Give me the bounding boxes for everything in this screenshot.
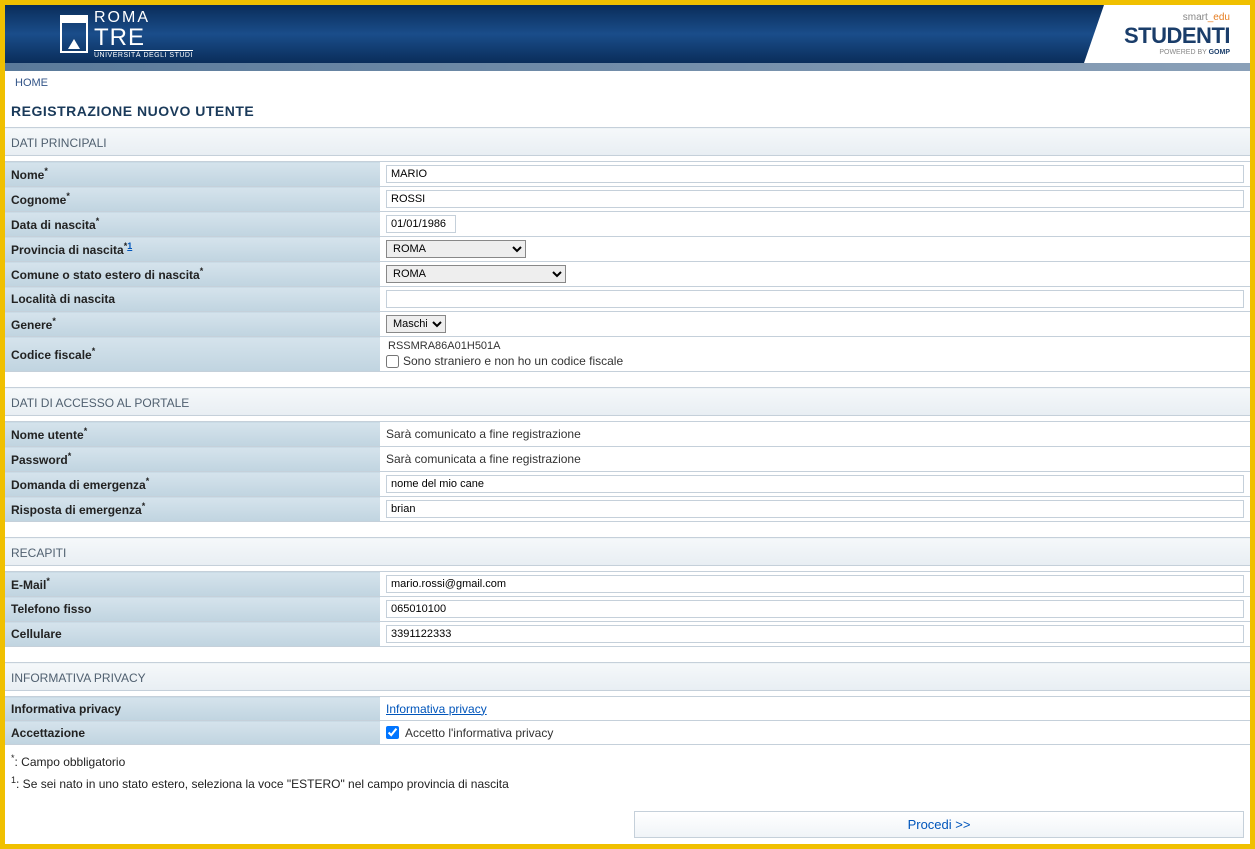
section-dati-accesso: DATI DI ACCESSO AL PORTALE [5, 388, 1250, 416]
header-banner: ROMA TRE UNIVERSITÀ DEGLI STUDI smart_ed… [5, 5, 1250, 63]
accetto-label: Accetto l'informativa privacy [405, 726, 553, 740]
label-cognome: Cognome* [5, 187, 380, 212]
label-accettazione: Accettazione [5, 721, 380, 745]
label-genere: Genere* [5, 312, 380, 337]
university-logo: ROMA TRE UNIVERSITÀ DEGLI STUDI [60, 10, 193, 59]
email-input[interactable] [386, 575, 1244, 593]
footnotes: *: Campo obbligatorio 1: Se sei nato in … [5, 745, 1250, 805]
page-title: REGISTRAZIONE NUOVO UTENTE [5, 95, 1250, 127]
logo-text-tre: TRE [94, 26, 193, 50]
label-telefono-fisso: Telefono fisso [5, 597, 380, 622]
cellulare-input[interactable] [386, 625, 1244, 643]
logo-text-sub: UNIVERSITÀ DEGLI STUDI [94, 50, 193, 59]
logo-icon [60, 15, 88, 53]
cognome-input[interactable] [386, 190, 1244, 208]
domanda-emergenza-input[interactable] [386, 475, 1244, 493]
gomp-label: GOMP [1209, 49, 1230, 56]
smart-label: smart [1183, 12, 1208, 23]
risposta-emergenza-input[interactable] [386, 500, 1244, 518]
label-data-nascita: Data di nascita* [5, 212, 380, 237]
localita-input[interactable] [386, 290, 1244, 308]
label-provincia-nascita: Provincia di nascita*1 [5, 237, 380, 262]
codice-fiscale-value: RSSMRA86A01H501A [386, 340, 1244, 352]
procedi-button[interactable]: Procedi >> [634, 811, 1244, 838]
password-msg: Sarà comunicata a fine registrazione [386, 450, 1244, 468]
accetto-checkbox[interactable] [386, 726, 399, 739]
footnote-required: : Campo obbligatorio [15, 755, 126, 769]
straniero-checkbox[interactable] [386, 355, 399, 368]
section-recapiti: RECAPITI [5, 538, 1250, 566]
privacy-link[interactable]: Informativa privacy [386, 702, 487, 716]
label-nome: Nome* [5, 162, 380, 187]
straniero-label: Sono straniero e non ho un codice fiscal… [403, 354, 623, 368]
section-privacy: INFORMATIVA PRIVACY [5, 663, 1250, 691]
brand-studenti: smart_edu STUDENTI POWERED BY GOMP [1084, 5, 1250, 63]
label-codice-fiscale: Codice fiscale* [5, 337, 380, 372]
header-divider [5, 63, 1250, 71]
edu-label: _edu [1208, 12, 1230, 23]
genere-select[interactable]: Maschio [386, 315, 446, 333]
section-dati-principali: DATI PRINCIPALI [5, 128, 1250, 156]
label-informativa-privacy: Informativa privacy [5, 697, 380, 721]
footnote-estero: : Se sei nato in uno stato estero, selez… [16, 777, 509, 791]
label-nome-utente: Nome utente* [5, 422, 380, 447]
label-password: Password* [5, 447, 380, 472]
label-domanda-emergenza: Domanda di emergenza* [5, 472, 380, 497]
label-localita-nascita: Località di nascita [5, 287, 380, 312]
telefono-fisso-input[interactable] [386, 600, 1244, 618]
label-email: E-Mail* [5, 572, 380, 597]
comune-select[interactable]: ROMA [386, 265, 566, 283]
breadcrumb-home[interactable]: HOME [15, 77, 48, 89]
breadcrumb: HOME [5, 71, 1250, 95]
powered-label: POWERED BY [1159, 49, 1208, 56]
nome-utente-msg: Sarà comunicato a fine registrazione [386, 425, 1244, 443]
data-nascita-input[interactable] [386, 215, 456, 233]
nome-input[interactable] [386, 165, 1244, 183]
provincia-select[interactable]: ROMA [386, 240, 526, 258]
label-comune-nascita: Comune o stato estero di nascita* [5, 262, 380, 287]
studenti-label: STUDENTI [1124, 23, 1230, 49]
label-cellulare: Cellulare [5, 622, 380, 647]
label-risposta-emergenza: Risposta di emergenza* [5, 497, 380, 522]
